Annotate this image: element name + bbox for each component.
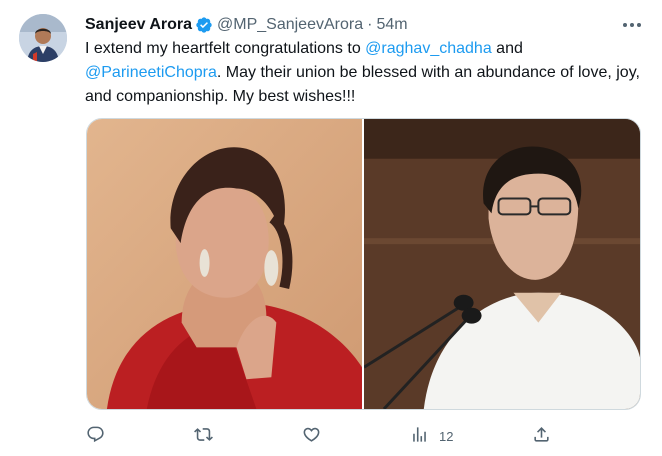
author-handle[interactable]: @MP_SanjeevArora (217, 14, 363, 36)
tweet-text-part: and (491, 40, 523, 57)
verified-badge-icon (195, 16, 213, 34)
avatar[interactable] (19, 14, 67, 62)
tweet-timestamp[interactable]: 54m (376, 14, 407, 36)
tweet-actions: 12 (86, 424, 556, 448)
share-icon (532, 425, 551, 447)
tweet-text: I extend my heartfelt congratulations to… (85, 37, 651, 109)
retweet-icon (194, 425, 213, 447)
separator-dot: · (367, 16, 373, 33)
views-count: 12 (439, 428, 454, 444)
reply-icon (86, 425, 105, 447)
views-icon (410, 425, 429, 447)
views-button[interactable]: 12 (410, 424, 453, 448)
tweet-media (86, 118, 641, 410)
tweet: Sanjeev Arora @MP_SanjeevArora · 54m I e… (0, 0, 662, 456)
more-options-icon[interactable] (621, 16, 643, 34)
reply-button[interactable] (86, 424, 105, 448)
tweet-text-part: I extend my heartfelt congratulations to (85, 40, 366, 57)
media-photo-right[interactable] (364, 119, 640, 409)
share-button[interactable] (532, 424, 551, 448)
tweet-header: Sanjeev Arora @MP_SanjeevArora · 54m (85, 14, 408, 36)
mention-link[interactable]: @raghav_chadha (365, 40, 492, 57)
like-button[interactable] (302, 424, 321, 448)
media-photo-left[interactable] (87, 119, 362, 409)
heart-icon (302, 425, 321, 447)
author-name[interactable]: Sanjeev Arora (85, 14, 192, 36)
retweet-button[interactable] (194, 424, 213, 448)
mention-link[interactable]: @ParineetiChopra (85, 64, 217, 81)
